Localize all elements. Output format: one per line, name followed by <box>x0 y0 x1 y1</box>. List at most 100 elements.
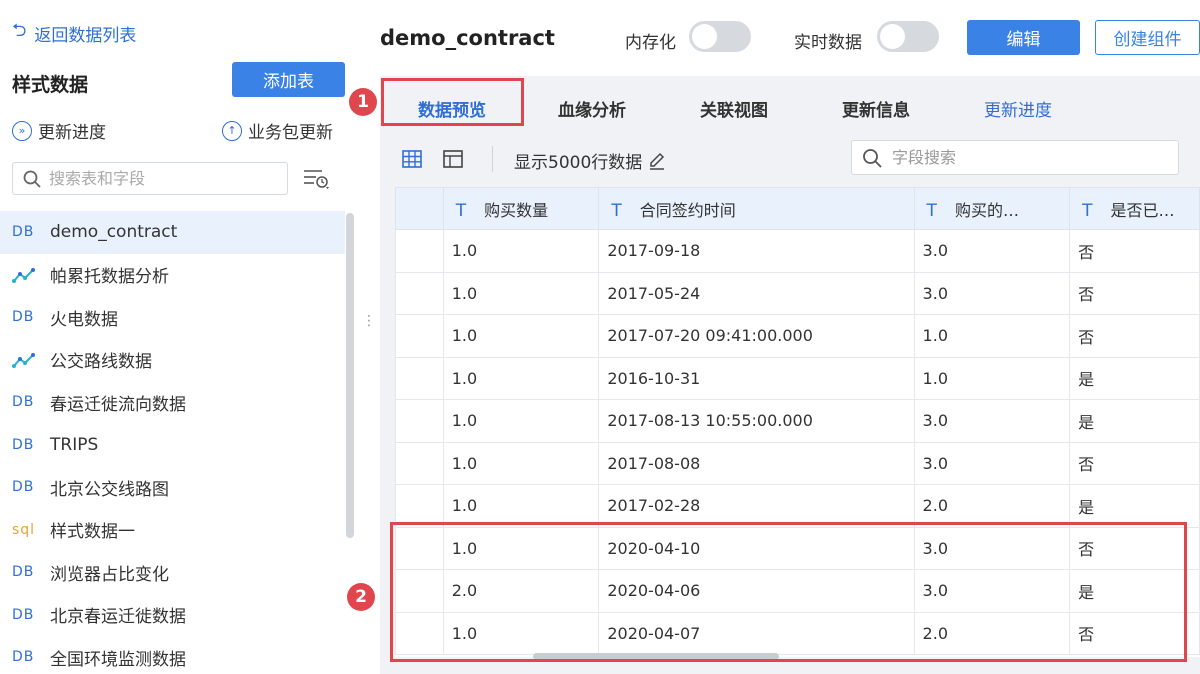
table-search-box[interactable] <box>12 162 288 195</box>
grid-view-icon[interactable] <box>402 149 422 169</box>
table-cell: 2017-08-13 10:55:00.000 <box>598 399 915 443</box>
sidebar-item[interactable]: DB 全国环境监测数据 <box>0 636 345 674</box>
table-cell: 1.0 <box>913 314 1071 358</box>
field-search-input[interactable] <box>892 148 1152 167</box>
upload-icon: ↑ <box>222 120 242 141</box>
analysis-icon <box>12 267 50 283</box>
table-row[interactable]: 1.0 2016-10-31 1.0 是 <box>395 356 1200 400</box>
sidebar-item[interactable]: DB demo_contract <box>0 211 345 254</box>
sidebar-item[interactable]: DB 浏览器占比变化 <box>0 551 345 594</box>
highlight-box-rows <box>390 522 1187 662</box>
layout-view-icon[interactable] <box>443 149 463 169</box>
table-cell: 3.0 <box>913 399 1071 443</box>
tab-update-progress[interactable]: 更新进度 <box>984 96 1052 121</box>
table-cell: 否 <box>1069 271 1200 315</box>
table-cell: 2017-08-08 <box>598 441 915 485</box>
toggle-knob <box>880 24 905 49</box>
edit-button[interactable]: 编辑 <box>967 20 1080 55</box>
table-list: DB demo_contract 帕累托数据分析 DB 火电数据 公交路线数据 DB 春运迁徙… <box>0 211 345 674</box>
table-cell: 1.0 <box>913 356 1071 400</box>
sidebar-item[interactable]: 帕累托数据分析 <box>0 254 345 297</box>
sidebar-item[interactable]: DB TRIPS <box>0 424 345 467</box>
sidebar-item-label: 火电数据 <box>50 309 118 330</box>
toolbar-divider <box>492 146 493 172</box>
row-index-cell <box>395 314 444 358</box>
table-row[interactable]: 1.0 2017-07-20 09:41:00.000 1.0 否 <box>395 314 1200 358</box>
column-header[interactable]: T 购买数量 <box>442 187 600 230</box>
table-cell: 1.0 <box>442 229 600 273</box>
table-cell: 1.0 <box>442 271 600 315</box>
tab-update-info[interactable]: 更新信息 <box>842 96 910 121</box>
sidebar-item[interactable]: sql 样式数据一 <box>0 509 345 552</box>
sidebar-item-label: 样式数据一 <box>50 522 135 543</box>
update-progress-button[interactable]: » 更新进度 <box>12 118 106 143</box>
sidebar-item-label: 全国环境监测数据 <box>50 649 186 670</box>
column-header-label: 是否已… <box>1110 200 1175 220</box>
filter-clock-icon[interactable] <box>302 166 332 192</box>
table-search-input[interactable] <box>49 169 269 188</box>
tab-lineage-analysis[interactable]: 血缘分析 <box>558 96 626 121</box>
table-row[interactable]: 1.0 2017-05-24 3.0 否 <box>395 271 1200 315</box>
tab-relation-view[interactable]: 关联视图 <box>700 96 768 121</box>
table-cell: 2.0 <box>913 484 1071 528</box>
table-row[interactable]: 1.0 2017-08-13 10:55:00.000 3.0 是 <box>395 399 1200 443</box>
table-cell: 1.0 <box>442 484 600 528</box>
annotation-badge-1: 1 <box>349 88 377 116</box>
table-cell: 1.0 <box>442 356 600 400</box>
table-row[interactable]: 1.0 2017-09-18 3.0 否 <box>395 229 1200 273</box>
field-search-box[interactable] <box>851 140 1179 175</box>
realtime-toggle[interactable] <box>877 21 939 52</box>
column-header-label: 购买的… <box>954 200 1019 220</box>
column-header[interactable]: T 购买的… <box>913 187 1071 230</box>
create-component-button[interactable]: 创建组件 <box>1095 20 1200 55</box>
table-cell: 1.0 <box>442 399 600 443</box>
table-cell: 否 <box>1069 441 1200 485</box>
sidebar-item[interactable]: DB 春运迁徙流向数据 <box>0 381 345 424</box>
table-cell: 是 <box>1069 484 1200 528</box>
in-memory-toggle[interactable] <box>689 21 751 52</box>
column-header[interactable]: T 合同签约时间 <box>598 187 915 230</box>
update-progress-label: 更新进度 <box>38 123 106 143</box>
sidebar-item[interactable]: DB 北京春运迁徙数据 <box>0 594 345 637</box>
search-icon <box>23 170 41 188</box>
db-icon: DB <box>12 649 35 666</box>
table-cell: 2017-07-20 09:41:00.000 <box>598 314 915 358</box>
preview-toolbar: 显示5000行数据 <box>380 132 1200 186</box>
sidebar: ⮌ 返回数据列表 样式数据 添加表 » 更新进度 ↑ 业务包更新 DB demo_… <box>0 0 358 674</box>
sidebar-title: 样式数据 <box>12 74 89 96</box>
db-icon: DB <box>12 606 35 623</box>
sidebar-item-label: demo_contract <box>50 222 178 243</box>
back-arrow-icon: ⮌ <box>12 20 27 41</box>
column-header-label: 合同签约时间 <box>639 200 736 220</box>
search-icon <box>863 148 882 168</box>
add-table-button[interactable]: 添加表 <box>232 62 345 97</box>
toggle-knob <box>692 24 717 49</box>
table-cell: 3.0 <box>913 441 1071 485</box>
package-update-button[interactable]: ↑ 业务包更新 <box>222 118 333 143</box>
sidebar-scrollbar[interactable] <box>346 213 354 538</box>
table-header-row: T 购买数量 T 合同签约时间 T 购买的… T 是否已… <box>395 187 1200 230</box>
in-memory-label: 内存化 <box>625 33 676 53</box>
table-cell: 是 <box>1069 399 1200 443</box>
header: demo_contract 内存化 实时数据 编辑 创建组件 <box>380 0 1200 76</box>
sidebar-item-label: 北京春运迁徙数据 <box>50 607 186 628</box>
row-count-setting[interactable]: 显示5000行数据 <box>514 148 666 173</box>
column-header[interactable]: T 是否已… <box>1069 187 1200 230</box>
db-icon: DB <box>12 479 35 496</box>
text-type-icon: T <box>611 200 622 221</box>
table-title: demo_contract <box>380 26 555 50</box>
table-cell: 否 <box>1069 314 1200 358</box>
row-index-cell <box>395 356 444 400</box>
row-index-cell <box>395 271 444 315</box>
realtime-label: 实时数据 <box>794 33 862 53</box>
table-cell: 2016-10-31 <box>598 356 915 400</box>
sql-icon: sql <box>12 521 36 538</box>
column-header-label: 购买数量 <box>484 200 549 220</box>
sidebar-item[interactable]: DB 北京公交线路图 <box>0 466 345 509</box>
annotation-badge-2: 2 <box>347 583 375 611</box>
table-row[interactable]: 1.0 2017-08-08 3.0 否 <box>395 441 1200 485</box>
sidebar-item[interactable]: 公交路线数据 <box>0 339 345 382</box>
table-row[interactable]: 1.0 2017-02-28 2.0 是 <box>395 484 1200 528</box>
back-to-list-link[interactable]: ⮌ 返回数据列表 <box>12 18 136 48</box>
sidebar-item[interactable]: DB 火电数据 <box>0 296 345 339</box>
